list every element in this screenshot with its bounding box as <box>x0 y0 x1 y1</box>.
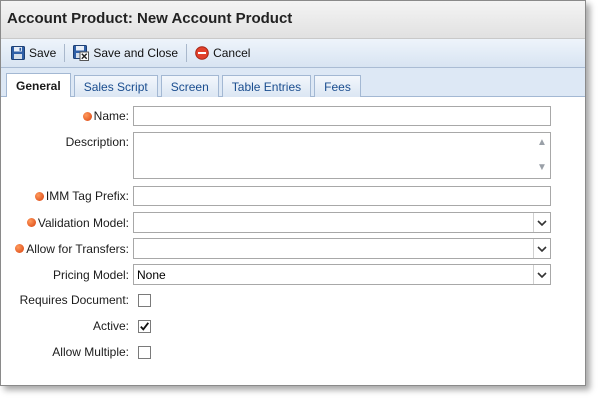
description-label-cell: Description: <box>1 132 133 149</box>
chevron-down-icon[interactable] <box>533 265 550 284</box>
requires-document-label: Requires Document: <box>19 293 129 307</box>
pricing-model-label: Pricing Model: <box>52 267 129 282</box>
scroll-down-icon[interactable]: ▼ <box>536 162 548 174</box>
dialog-window: Account Product: New Account Product Sav… <box>0 0 586 386</box>
toolbar-divider <box>186 44 188 62</box>
chevron-down-icon[interactable] <box>533 239 550 258</box>
tab-table-entries[interactable]: Table Entries <box>221 75 312 97</box>
description-label: Description: <box>65 135 129 149</box>
tab-fees[interactable]: Fees <box>314 75 361 97</box>
validation-model-label-cell: Validation Model: <box>1 216 133 230</box>
name-input[interactable] <box>133 106 551 126</box>
tab-screen[interactable]: Screen <box>160 75 219 97</box>
name-row: Name: <box>1 106 551 126</box>
allow-multiple-label-cell: Allow Multiple: <box>1 345 133 359</box>
allow-multiple-checkbox[interactable] <box>138 345 151 359</box>
tab-general[interactable]: General <box>6 73 71 97</box>
floppy-disk-close-icon <box>73 45 90 61</box>
description-row: Description: ▲ ▼ <box>1 132 551 179</box>
checkmark-icon <box>140 321 150 331</box>
name-label-cell: Name: <box>1 109 133 123</box>
validation-model-select[interactable] <box>133 212 551 233</box>
pricing-model-row: Pricing Model: None <box>1 264 551 285</box>
validation-model-label: Validation Model: <box>37 215 129 230</box>
imm-tag-prefix-input[interactable] <box>133 186 551 206</box>
requires-document-row: Requires Document: <box>1 293 151 307</box>
general-form: Name: Description: ▲ ▼ IMM Tag Prefix: V… <box>1 97 585 385</box>
active-label-cell: Active: <box>1 319 133 333</box>
description-textarea[interactable]: ▲ ▼ <box>133 132 551 179</box>
window-title: Account Product: New Account Product <box>1 1 585 39</box>
chevron-down-icon[interactable] <box>533 213 550 232</box>
allow-multiple-row: Allow Multiple: <box>1 345 151 359</box>
required-indicator-icon <box>82 111 92 121</box>
allow-multiple-label: Allow Multiple: <box>52 345 129 359</box>
save-and-close-label: Save and Close <box>93 46 179 60</box>
save-button[interactable]: Save <box>7 42 60 64</box>
save-label: Save <box>29 46 57 60</box>
name-label: Name: <box>93 109 129 123</box>
imm-tag-prefix-label: IMM Tag Prefix: <box>45 189 129 203</box>
allow-for-transfers-label: Allow for Transfers: <box>26 241 129 256</box>
required-indicator-icon <box>26 218 36 227</box>
tab-strip: General Sales Script Screen Table Entrie… <box>1 68 585 97</box>
floppy-disk-icon <box>11 46 25 60</box>
imm-tag-prefix-row: IMM Tag Prefix: <box>1 186 551 206</box>
save-and-close-button[interactable]: Save and Close <box>69 42 182 64</box>
cancel-button[interactable]: Cancel <box>191 42 254 64</box>
cancel-label: Cancel <box>213 46 251 60</box>
allow-for-transfers-row: Allow for Transfers: <box>1 238 551 259</box>
toolbar-divider <box>64 44 66 62</box>
toolbar: Save Save and Close Cancel <box>1 39 585 68</box>
requires-document-checkbox[interactable] <box>138 293 151 307</box>
tab-sales-script[interactable]: Sales Script <box>73 75 158 97</box>
pricing-model-value: None <box>137 267 166 282</box>
allow-for-transfers-label-cell: Allow for Transfers: <box>1 242 133 256</box>
required-indicator-icon <box>15 244 25 253</box>
allow-for-transfers-select[interactable] <box>133 238 551 259</box>
imm-tag-prefix-label-cell: IMM Tag Prefix: <box>1 189 133 203</box>
active-row: Active: <box>1 319 151 333</box>
cancel-icon <box>195 46 209 60</box>
requires-document-label-cell: Requires Document: <box>1 293 133 307</box>
validation-model-row: Validation Model: <box>1 212 551 233</box>
required-indicator-icon <box>34 191 44 201</box>
scroll-up-icon[interactable]: ▲ <box>536 137 548 149</box>
pricing-model-label-cell: Pricing Model: <box>1 268 133 282</box>
active-label: Active: <box>92 319 129 333</box>
active-checkbox[interactable] <box>138 319 151 333</box>
pricing-model-select[interactable]: None <box>133 264 551 285</box>
